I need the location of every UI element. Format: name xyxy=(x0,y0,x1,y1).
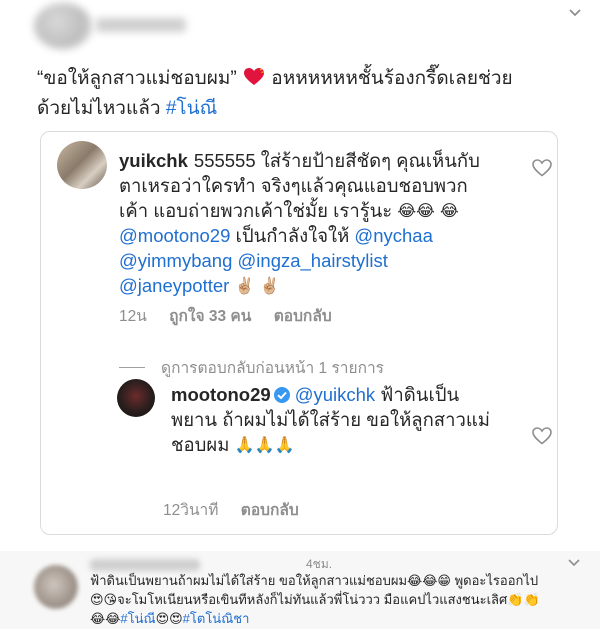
chevron-down-icon[interactable] xyxy=(566,6,584,20)
likes-count[interactable]: ถูกใจ 33 คน xyxy=(169,308,251,325)
reply-button[interactable]: ตอบกลับ xyxy=(274,308,332,325)
caption-text-line2: ด้วยไม่ไหวแล้ว xyxy=(37,98,166,119)
avatar[interactable] xyxy=(34,3,92,49)
comment-body: ฟ้าดินเป็นพยานถ้าผมไม่ได้ใส่ร้าย ขอให้ลู… xyxy=(90,571,590,628)
comment-time: 12น xyxy=(119,308,147,325)
caption-text: อหหหหหหชั้นร้องกรี๊ดเลยช่วย xyxy=(271,68,513,89)
comment-username[interactable]: mootono29 xyxy=(171,384,271,405)
comment-text: 😍😘จะโมโหเนียนหรือเขินทีหลังก็ไม่ทันแล้วพ… xyxy=(90,592,540,607)
view-replies-button[interactable]: ดูการตอบกลับก่อนหน้า 1 รายการ xyxy=(119,355,384,380)
mention-link[interactable]: @mootono29 xyxy=(119,225,230,246)
comment-meta: 12น ถูกใจ 33 คน ตอบกลับ xyxy=(119,303,350,328)
mention-link[interactable]: @yuikchk xyxy=(295,384,375,405)
username-blurred[interactable] xyxy=(90,559,200,571)
username-blurred[interactable] xyxy=(96,18,186,32)
bottom-comment: 4ชม. ฟ้าดินเป็นพยานถ้าผมไม่ได้ใส่ร้าย ขอ… xyxy=(0,551,600,629)
comment-card: yuikchk 555555 ใส่ร้ายป้ายสีชัดๆ คุณเห็นก… xyxy=(40,131,558,535)
reply-meta: 12วินาที ตอบกลับ xyxy=(163,497,317,522)
comment-text: เป็นกำลังใจให้ xyxy=(230,225,355,246)
like-heart-icon[interactable] xyxy=(532,427,552,445)
divider xyxy=(119,367,145,368)
post-header xyxy=(0,0,600,55)
verified-badge-icon xyxy=(273,387,290,403)
mention-link[interactable]: @yimmybang xyxy=(119,250,232,271)
reply-button[interactable]: ตอบกลับ xyxy=(241,502,299,519)
pray-emoji-icon: 🙏🙏🙏 xyxy=(234,437,295,454)
chevron-down-icon[interactable] xyxy=(567,558,581,568)
laugh-emoji-icon: 😂 xyxy=(439,203,459,220)
mention-link[interactable]: @janeypotter xyxy=(119,275,229,296)
peace-emoji-icon: ✌🏼 xyxy=(234,278,255,295)
laugh-emoji-icon: 😂 xyxy=(397,203,417,220)
emoji-group: 😂😂 xyxy=(90,611,121,626)
hashtag-link[interactable]: #โน่ณี xyxy=(166,98,217,119)
reply-body: mootono29 @yuikchk ฟ้าดินเป็นพยาน ถ้าผมไ… xyxy=(171,382,501,457)
heart-emoji-icon xyxy=(244,68,265,85)
mention-link[interactable]: @nychaa xyxy=(354,225,432,246)
comment-time: 12วินาที xyxy=(163,502,219,519)
post-caption: “ขอให้ลูกสาวแม่ชอบผม” อหหหหหหชั้นร้องกรี… xyxy=(37,64,577,124)
avatar[interactable] xyxy=(57,141,107,189)
hashtag-link[interactable]: #โตโน่ณิชา xyxy=(183,611,250,626)
view-replies-label: ดูการตอบกลับก่อนหน้า 1 รายการ xyxy=(161,360,384,377)
emoji-group: 😍😍 xyxy=(155,611,183,626)
caption-quote: “ขอให้ลูกสาวแม่ชอบผม” xyxy=(37,68,237,89)
comment-text: ฟ้าดินเป็นพยานถ้าผมไม่ได้ใส่ร้าย ขอให้ลู… xyxy=(90,573,539,588)
hashtag-link[interactable]: #โน่ณี xyxy=(120,611,155,626)
comment-body: yuikchk 555555 ใส่ร้ายป้ายสีชัดๆ คุณเห็นก… xyxy=(119,148,489,298)
mention-link[interactable]: @ingza_hairstylist xyxy=(238,250,388,271)
avatar[interactable] xyxy=(117,379,155,417)
comment-username[interactable]: yuikchk xyxy=(119,150,188,171)
like-heart-icon[interactable] xyxy=(532,159,552,177)
laugh-emoji-icon: 😂 xyxy=(416,203,435,220)
peace-emoji-icon: ✌🏼 xyxy=(259,278,280,295)
avatar[interactable] xyxy=(34,565,78,609)
